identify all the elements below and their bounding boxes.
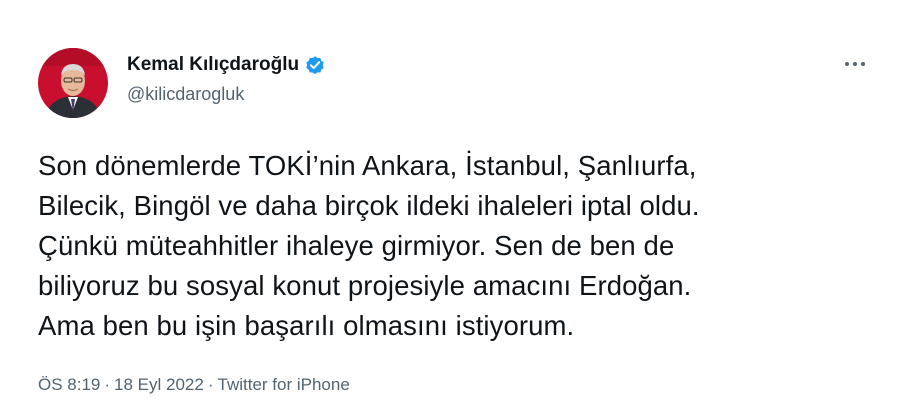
tweet-text-line: Çünkü müteahhitler ihaleye girmiyor. Sen… xyxy=(38,230,675,261)
more-dot xyxy=(861,62,865,66)
tweet-timestamp-link[interactable]: ÖS 8:19 · 18 Eyl 2022 xyxy=(38,375,204,394)
author-handle[interactable]: @kilicdarogluk xyxy=(127,84,244,105)
tweet-source-link[interactable]: Twitter for iPhone xyxy=(218,375,350,394)
more-dot xyxy=(845,62,849,66)
tweet-time: ÖS 8:19 xyxy=(38,375,101,394)
tweet-text-line: Son dönemlerde TOKİ’nin Ankara, İstanbul… xyxy=(38,150,697,181)
tweet-card: Kemal Kılıçdaroğlu @kilicdarogluk Son dö… xyxy=(0,0,900,412)
verified-badge-icon xyxy=(304,54,326,76)
tweet-text-line: biliyoruz bu sosyal konut projesiyle ama… xyxy=(38,270,692,301)
meta-separator: · xyxy=(104,375,111,394)
more-dot xyxy=(853,62,857,66)
avatar[interactable] xyxy=(38,48,108,118)
meta-separator: · xyxy=(207,375,214,394)
tweet-meta: ÖS 8:19 · 18 Eyl 2022 · Twitter for iPhone xyxy=(38,375,350,395)
tweet-text: Son dönemlerde TOKİ’nin Ankara, İstanbul… xyxy=(38,146,878,346)
avatar-image xyxy=(38,48,108,118)
tweet-date: 18 Eyl 2022 xyxy=(114,375,204,394)
author-name-row[interactable]: Kemal Kılıçdaroğlu xyxy=(127,53,326,77)
tweet-text-line: Bilecik, Bingöl ve daha birçok ildeki ih… xyxy=(38,190,700,221)
tweet-text-line: Ama ben bu işin başarılı olmasını istiyo… xyxy=(38,310,575,341)
more-options-icon[interactable] xyxy=(838,52,872,76)
author-display-name[interactable]: Kemal Kılıçdaroğlu xyxy=(127,54,299,76)
